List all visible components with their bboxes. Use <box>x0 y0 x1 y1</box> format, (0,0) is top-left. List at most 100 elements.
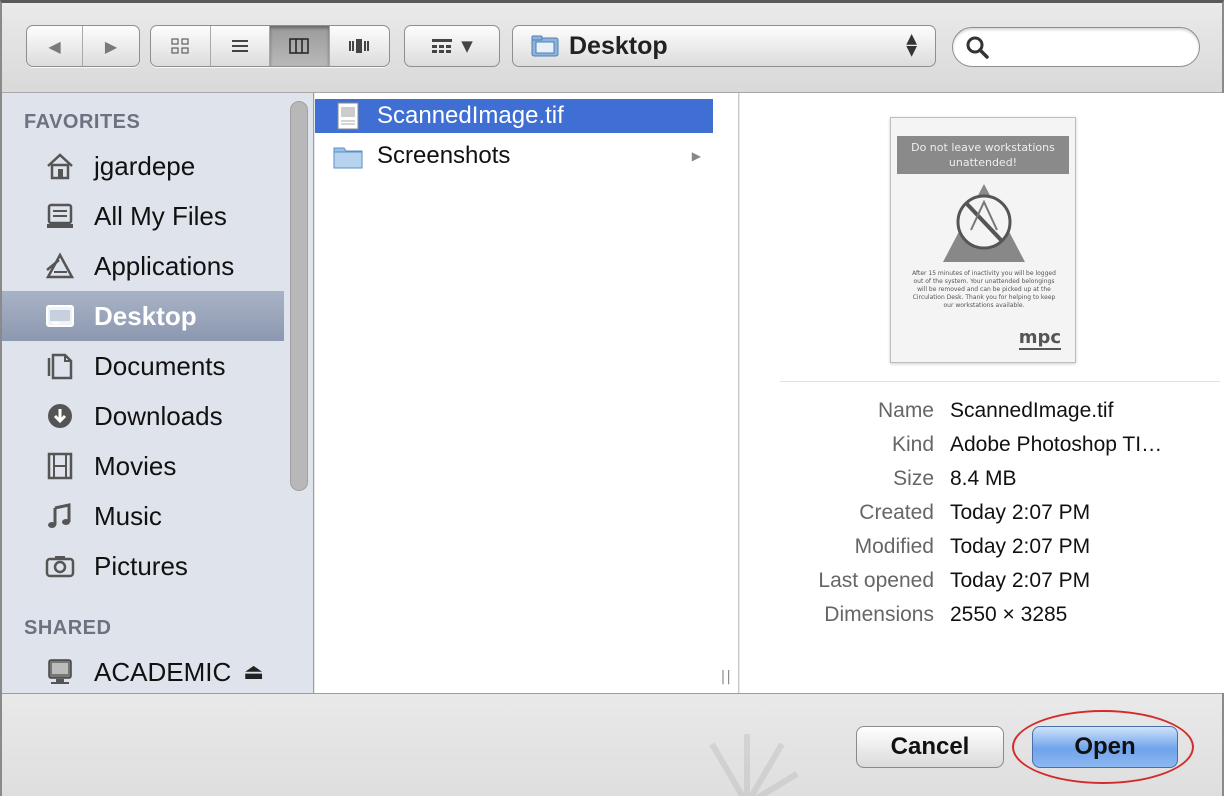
thumbnail-logo: mpc <box>1018 327 1061 350</box>
home-icon <box>47 153 73 180</box>
icon-view-icon <box>171 38 189 54</box>
sidebar-item-pictures[interactable]: Pictures <box>2 541 284 591</box>
search-icon <box>966 36 989 59</box>
sidebar-item-documents[interactable]: Documents <box>2 341 284 391</box>
cancel-button[interactable]: Cancel <box>856 726 1004 768</box>
file-column: ScannedImage.tif Screenshots ▶ || <box>315 93 739 693</box>
sidebar: FAVORITES jgardepe All My Files Applicat… <box>2 93 314 693</box>
sidebar-scrollbar[interactable] <box>290 101 308 491</box>
file-name: ScannedImage.tif <box>377 102 564 129</box>
info-key: Kind <box>891 433 934 456</box>
info-row-last-opened: Last opened Today 2:07 PM <box>740 569 1224 603</box>
info-row-name: Name ScannedImage.tif <box>740 399 1224 433</box>
disclosure-arrow-icon: ▶ <box>691 149 701 163</box>
coverflow-view-icon <box>349 39 370 53</box>
forward-arrow-icon: ▶ <box>104 36 118 56</box>
sidebar-item-label: jgardepe <box>94 150 196 181</box>
info-key: Dimensions <box>824 603 934 626</box>
back-button[interactable]: ◀ <box>27 26 83 66</box>
info-row-size: Size 8.4 MB <box>740 467 1224 501</box>
open-file-dialog: ◀ ▶ ▼ Desktop ▲ ▼ FAVORITES jgardepe All… <box>0 0 1224 796</box>
navigation-segment: ◀ ▶ <box>26 25 140 67</box>
updown-arrows-icon: ▲ ▼ <box>906 31 917 59</box>
dialog-footer: Cancel Open <box>2 693 1222 796</box>
info-value: Today 2:07 PM <box>950 535 1091 558</box>
sidebar-item-label: Downloads <box>94 400 223 431</box>
info-key: Created <box>859 501 934 524</box>
info-key: Modified <box>854 535 934 558</box>
location-label: Desktop <box>569 31 668 60</box>
preview-pane: Do not leave workstations unattended! Af… <box>740 93 1224 693</box>
info-key: Size <box>893 467 934 490</box>
column-view-button[interactable] <box>270 26 330 66</box>
file-row-scannedimage[interactable]: ScannedImage.tif <box>315 99 713 133</box>
info-row-dimensions: Dimensions 2550 × 3285 <box>740 603 1224 637</box>
arrange-button[interactable]: ▼ <box>404 25 500 67</box>
info-value: Adobe Photoshop TI… <box>950 433 1163 456</box>
info-value: Today 2:07 PM <box>950 501 1091 524</box>
thumbnail-banner: Do not leave workstations unattended! <box>897 136 1069 174</box>
info-row-kind: Kind Adobe Photoshop TI… <box>740 433 1224 467</box>
music-icon <box>48 503 71 528</box>
eject-icon[interactable]: ⏏ <box>243 660 264 685</box>
coverflow-view-button[interactable] <box>330 26 390 66</box>
list-view-button[interactable] <box>211 26 270 66</box>
sidebar-item-academic[interactable]: ACADEMIC ⏏ <box>2 647 284 697</box>
sidebar-item-label: Desktop <box>94 300 197 331</box>
column-view-icon <box>289 38 309 54</box>
sidebar-item-label: Pictures <box>94 550 188 581</box>
documents-icon <box>47 353 73 380</box>
no-sleeping-sign-icon <box>943 184 1025 262</box>
info-row-modified: Modified Today 2:07 PM <box>740 535 1224 569</box>
info-key: Last opened <box>818 569 934 592</box>
sidebar-item-label: Applications <box>94 250 235 281</box>
file-thumbnail: Do not leave workstations unattended! Af… <box>890 117 1076 363</box>
sidebar-item-music[interactable]: Music <box>2 491 284 541</box>
info-key: Name <box>877 399 934 422</box>
sidebar-item-home[interactable]: jgardepe <box>2 141 284 191</box>
view-mode-segment <box>150 25 390 67</box>
file-row-screenshots[interactable]: Screenshots ▶ <box>315 139 713 173</box>
search-field[interactable] <box>952 27 1200 67</box>
shared-header: SHARED <box>24 617 112 639</box>
background-decoration <box>709 734 799 796</box>
desktop-folder-icon <box>531 35 559 57</box>
search-input[interactable] <box>997 34 1187 60</box>
sidebar-item-movies[interactable]: Movies <box>2 441 284 491</box>
info-value: ScannedImage.tif <box>950 399 1114 422</box>
folder-icon <box>333 147 363 169</box>
file-name: Screenshots <box>377 142 511 169</box>
sidebar-item-label: All My Files <box>94 200 227 231</box>
desktop-icon <box>46 305 74 327</box>
open-button-highlight-ring <box>1012 710 1194 784</box>
location-popup[interactable]: Desktop ▲ ▼ <box>512 25 936 67</box>
sidebar-item-applications[interactable]: Applications <box>2 241 284 291</box>
icon-view-button[interactable] <box>151 26 211 66</box>
sidebar-item-downloads[interactable]: Downloads <box>2 391 284 441</box>
tiff-file-icon <box>337 102 359 130</box>
back-arrow-icon: ◀ <box>48 36 61 56</box>
preview-divider <box>780 381 1220 382</box>
column-resize-handle[interactable]: || <box>721 669 732 685</box>
sidebar-item-label: Movies <box>94 450 177 481</box>
list-view-icon <box>231 40 248 52</box>
sidebar-item-desktop[interactable]: Desktop <box>2 291 284 341</box>
arrange-grid-icon <box>432 39 453 53</box>
dropdown-triangle-icon: ▼ <box>461 37 473 55</box>
favorites-header: FAVORITES <box>24 111 141 133</box>
sidebar-item-all-my-files[interactable]: All My Files <box>2 191 284 241</box>
thumbnail-text: After 15 minutes of inactivity you will … <box>912 270 1056 309</box>
forward-button[interactable]: ▶ <box>83 26 139 66</box>
sidebar-item-label: Music <box>94 500 162 531</box>
downloads-icon <box>48 404 72 428</box>
all-files-icon <box>47 203 73 228</box>
info-value: 8.4 MB <box>950 467 1017 490</box>
toolbar: ◀ ▶ ▼ Desktop ▲ ▼ <box>2 3 1222 93</box>
sidebar-item-label: Documents <box>94 350 226 381</box>
pictures-icon <box>45 556 75 578</box>
info-value: 2550 × 3285 <box>950 603 1068 626</box>
movies-icon <box>47 452 73 480</box>
info-row-created: Created Today 2:07 PM <box>740 501 1224 535</box>
applications-icon <box>45 252 75 279</box>
network-drive-icon <box>48 659 72 684</box>
